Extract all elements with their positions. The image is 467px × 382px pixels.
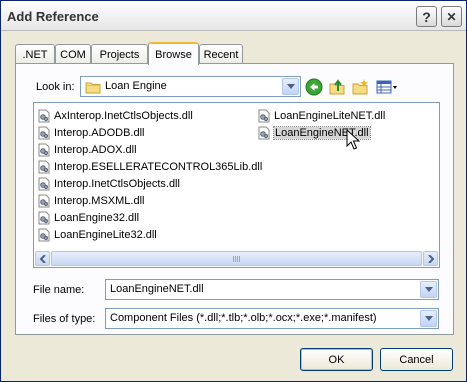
files-of-type-label: Files of type: — [33, 313, 96, 325]
horizontal-scrollbar[interactable] — [35, 251, 438, 266]
file-list[interactable]: AxInterop.InetCtlsObjects.dll Interop.AD… — [33, 102, 440, 268]
file-name: Interop.ADOX.dll — [54, 144, 137, 156]
back-arrow-icon[interactable] — [305, 78, 323, 96]
tab-com[interactable]: COM — [55, 44, 91, 64]
tab-dotnet[interactable]: .NET — [15, 44, 55, 64]
file-name-value[interactable]: LoanEngineNET.dll — [110, 283, 204, 295]
list-item[interactable]: LoanEngine32.dll — [37, 210, 139, 226]
add-reference-dialog: Add Reference ? ✕ .NET COM Projects Brow… — [0, 0, 467, 382]
file-name: LoanEngineLiteNET.dll — [274, 110, 386, 122]
look-in-label: Look in: — [36, 81, 75, 93]
look-in-dropdown[interactable]: Loan Engine — [80, 76, 301, 97]
dialog-title: Add Reference — [7, 9, 99, 24]
new-folder-icon[interactable] — [351, 78, 369, 96]
chevron-right-icon — [427, 254, 434, 263]
help-button[interactable]: ? — [416, 6, 437, 27]
look-in-value: Loan Engine — [105, 80, 167, 92]
scroll-right-button[interactable] — [423, 251, 438, 266]
file-name-label: File name: — [33, 284, 85, 296]
title-bar[interactable]: Add Reference ? ✕ — [1, 1, 466, 31]
file-name: LoanEngineLite32.dll — [54, 229, 157, 241]
cancel-button[interactable]: Cancel — [380, 348, 453, 371]
files-of-type-dropdown[interactable]: Component Files (*.dll;*.tlb;*.olb;*.ocx… — [105, 308, 439, 329]
ok-button[interactable]: OK — [300, 348, 373, 371]
dll-file-icon — [258, 126, 270, 140]
dll-file-icon — [258, 109, 270, 123]
chevron-down-icon[interactable] — [420, 281, 437, 298]
views-menu-icon[interactable] — [375, 78, 399, 96]
folder-icon — [85, 82, 101, 94]
tab-browse[interactable]: Browse — [148, 42, 199, 65]
file-name: Interop.ADODB.dll — [54, 127, 145, 139]
grip-icon — [232, 256, 241, 262]
mouse-pointer-icon — [346, 129, 360, 150]
dll-file-icon — [38, 160, 50, 174]
dll-file-icon — [38, 143, 50, 157]
file-name: Interop.ESELLERATECONTROL365Lib.dll — [54, 161, 263, 173]
file-name: Interop.MSXML.dll — [54, 195, 145, 207]
dll-file-icon — [38, 126, 50, 140]
list-item[interactable]: LoanEngineLiteNET.dll — [257, 108, 385, 124]
chevron-down-icon[interactable] — [420, 310, 437, 327]
files-of-type-value: Component Files (*.dll;*.tlb;*.olb;*.ocx… — [110, 312, 377, 324]
chevron-down-icon[interactable] — [282, 78, 299, 95]
list-item[interactable]: Interop.ESELLERATECONTROL365Lib.dll — [37, 159, 262, 175]
scrollbar-thumb[interactable] — [51, 251, 422, 266]
list-item[interactable]: Interop.MSXML.dll — [37, 193, 144, 209]
scroll-left-button[interactable] — [35, 251, 50, 266]
dll-file-icon — [38, 211, 50, 225]
file-name: Interop.InetCtlsObjects.dll — [54, 178, 180, 190]
list-item[interactable]: Interop.ADODB.dll — [37, 125, 144, 141]
dll-file-icon — [38, 177, 50, 191]
list-item[interactable]: Interop.InetCtlsObjects.dll — [37, 176, 180, 192]
dll-file-icon — [38, 109, 50, 123]
tab-recent[interactable]: Recent — [199, 44, 243, 64]
up-folder-icon[interactable] — [328, 78, 346, 96]
chevron-left-icon — [39, 254, 46, 263]
file-name: LoanEngine32.dll — [54, 212, 140, 224]
file-name-field[interactable]: LoanEngineNET.dll — [105, 279, 439, 300]
list-item[interactable]: LoanEngineLite32.dll — [37, 227, 157, 243]
list-item[interactable]: AxInterop.InetCtlsObjects.dll — [37, 108, 193, 124]
file-name: AxInterop.InetCtlsObjects.dll — [54, 110, 193, 122]
list-item[interactable]: Interop.ADOX.dll — [37, 142, 137, 158]
tab-projects[interactable]: Projects — [91, 44, 148, 64]
dll-file-icon — [38, 194, 50, 208]
close-button[interactable]: ✕ — [441, 6, 462, 27]
dll-file-icon — [38, 228, 50, 242]
